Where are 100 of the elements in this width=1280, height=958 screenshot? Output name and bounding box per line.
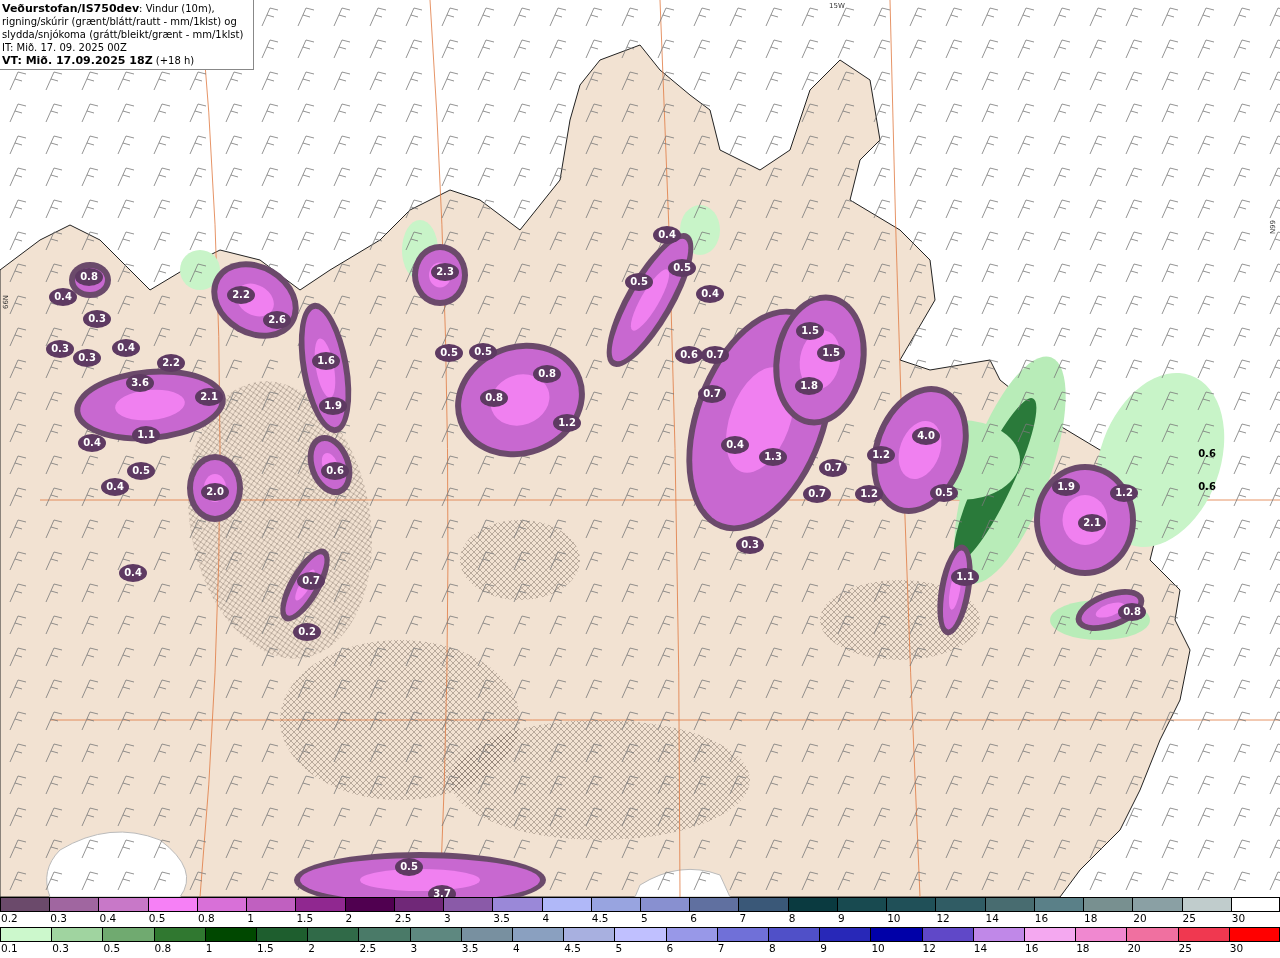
legend-value-label: 8 xyxy=(787,912,796,925)
legend-value-label: 3 xyxy=(409,942,418,955)
precip-value-label: 0.7 xyxy=(808,488,826,499)
precip-value-label: 3.7 xyxy=(433,888,451,897)
legend-value-label: 18 xyxy=(1083,912,1098,925)
legend-value-label: 1 xyxy=(204,942,213,955)
legend-value-label: 0.1 xyxy=(0,942,18,955)
precip-value-label: 2.2 xyxy=(232,289,250,300)
valid-time: VT: Mið. 17.09.2025 18Z (+18 h) xyxy=(2,54,196,67)
precip-value-label: 1.1 xyxy=(137,429,155,440)
precip-value-label: 0.8 xyxy=(485,392,503,403)
precip-value-label: 0.6 xyxy=(1198,448,1216,459)
precip-value-label: 2.1 xyxy=(1083,517,1101,528)
precip-value-label: 4.0 xyxy=(917,430,935,441)
precip-value-label: 0.3 xyxy=(51,343,69,354)
legend-value-label: 1.5 xyxy=(295,912,314,925)
legend-value-label: 0.8 xyxy=(196,912,215,925)
legend-value-label: 6 xyxy=(689,912,697,925)
precip-value-label: 1.5 xyxy=(822,347,840,358)
precip-value-label: 1.8 xyxy=(800,380,818,391)
legend-value-label: 8 xyxy=(768,942,776,955)
legend-value-label: 1 xyxy=(246,912,254,925)
precip-value-label: 0.7 xyxy=(302,575,320,586)
precip-value-label: 0.8 xyxy=(1123,606,1141,617)
precip-value-label: 1.9 xyxy=(1057,481,1075,492)
legend-value-label: 5 xyxy=(640,912,648,925)
legend-value-label: 3.5 xyxy=(460,942,479,955)
legend-value-label: 18 xyxy=(1075,942,1090,955)
legend-value-label: 20 xyxy=(1126,942,1141,955)
legend-value-label: 30 xyxy=(1228,942,1244,955)
legend-value-label: 9 xyxy=(836,912,845,925)
legend-value-label: 0.8 xyxy=(153,942,172,955)
legend-value-label: 4.5 xyxy=(563,942,581,955)
legend-value-label: 0.4 xyxy=(98,912,117,925)
legend-value-label: 7 xyxy=(738,912,747,925)
precip-value-label: 2.3 xyxy=(436,266,454,277)
legend-value-label: 16 xyxy=(1024,942,1039,955)
precip-value-label: 0.5 xyxy=(673,262,691,273)
map-description: Veðurstofan/IS750dev: Vindur (10m), rigning/skúrir (grænt/blátt/rautt - mm/1klst) og slydda/snjókoma (grátt/bleikt/grænt - mm/1klst) xyxy=(2,2,245,41)
precip-value-label: 0.4 xyxy=(106,481,124,492)
precip-value-label: 0.4 xyxy=(83,437,101,448)
precip-value-label: 2.6 xyxy=(268,314,286,325)
precip-value-label: 0.5 xyxy=(935,487,953,498)
precip-value-label: 0.5 xyxy=(440,347,458,358)
precip-value-label: 0.5 xyxy=(400,861,418,872)
precip-value-label: 1.2 xyxy=(1115,487,1133,498)
precip-value-label: 1.6 xyxy=(317,355,335,366)
legend-value-label: 10 xyxy=(886,912,901,925)
legend-value-label: 2.5 xyxy=(358,942,377,955)
legend-value-label: 16 xyxy=(1033,912,1049,925)
precip-value-label: 0.4 xyxy=(54,291,72,302)
legend-value-label: 7 xyxy=(716,942,725,955)
precip-value-label: 1.1 xyxy=(956,571,974,582)
precip-value-label: 0.5 xyxy=(630,276,648,287)
precip-value-label: 0.2 xyxy=(298,626,316,637)
precip-value-label: 0.6 xyxy=(680,349,698,360)
legend-value-label: 10 xyxy=(870,942,885,955)
precip-value-label: 0.7 xyxy=(824,462,842,473)
precip-value-label: 1.3 xyxy=(764,451,782,462)
legend-value-label: 14 xyxy=(972,942,988,955)
legend-value-label: 1.5 xyxy=(256,942,274,955)
precip-value-label: 0.7 xyxy=(703,388,721,399)
precip-value-label: 2.1 xyxy=(200,391,218,402)
legend-value-label: 2 xyxy=(307,942,315,955)
initial-time: IT: Mið. 17. 09. 2025 00Z xyxy=(2,41,128,54)
legend-value-label: 0.5 xyxy=(102,942,121,955)
precip-value-label: 0.6 xyxy=(326,465,344,476)
legend-value-label: 25 xyxy=(1181,912,1196,925)
precip-value-label: 1.5 xyxy=(801,325,819,336)
precip-value-label: 0.5 xyxy=(474,346,492,357)
legend-value-label: 30 xyxy=(1230,912,1246,925)
legend-value-label: 14 xyxy=(984,912,999,925)
legend-value-label: 2.5 xyxy=(393,912,412,925)
legend-value-label: 25 xyxy=(1177,942,1192,955)
legend-value-label: 4.5 xyxy=(590,912,609,925)
precip-value-label: 1.2 xyxy=(558,417,576,428)
legend-value-label: 3 xyxy=(443,912,451,925)
precip-value-label: 0.4 xyxy=(117,342,135,353)
legend-value-label: 6 xyxy=(665,942,674,955)
precip-value-label: 1.9 xyxy=(324,400,342,411)
precip-value-label: 0.6 xyxy=(1198,481,1216,492)
legend-value-label: 0.2 xyxy=(0,912,18,925)
precip-value-label: 0.7 xyxy=(706,349,724,360)
precip-value-label: 0.4 xyxy=(701,288,719,299)
legend-value-label: 2 xyxy=(344,912,353,925)
precip-value-label: 1.2 xyxy=(860,488,878,499)
precip-value-label: 0.4 xyxy=(726,439,744,450)
legend-value-label: 0.5 xyxy=(147,912,166,925)
precip-value-label: 0.3 xyxy=(78,352,96,363)
precip-value-label: 1.2 xyxy=(872,449,890,460)
legend-value-label: 0.3 xyxy=(49,912,67,925)
precip-value-label: 2.2 xyxy=(162,357,180,368)
precip-value-label: 0.3 xyxy=(741,539,759,550)
legend-value-label: 3.5 xyxy=(492,912,510,925)
legend-value-label: 12 xyxy=(935,912,950,925)
precip-value-label: 3.6 xyxy=(131,377,149,388)
legend-value-label: 12 xyxy=(921,942,936,955)
precip-value-label: 0.4 xyxy=(124,567,142,578)
legend-value-label: 0.3 xyxy=(51,942,69,955)
precip-value-label: 0.3 xyxy=(88,313,106,324)
